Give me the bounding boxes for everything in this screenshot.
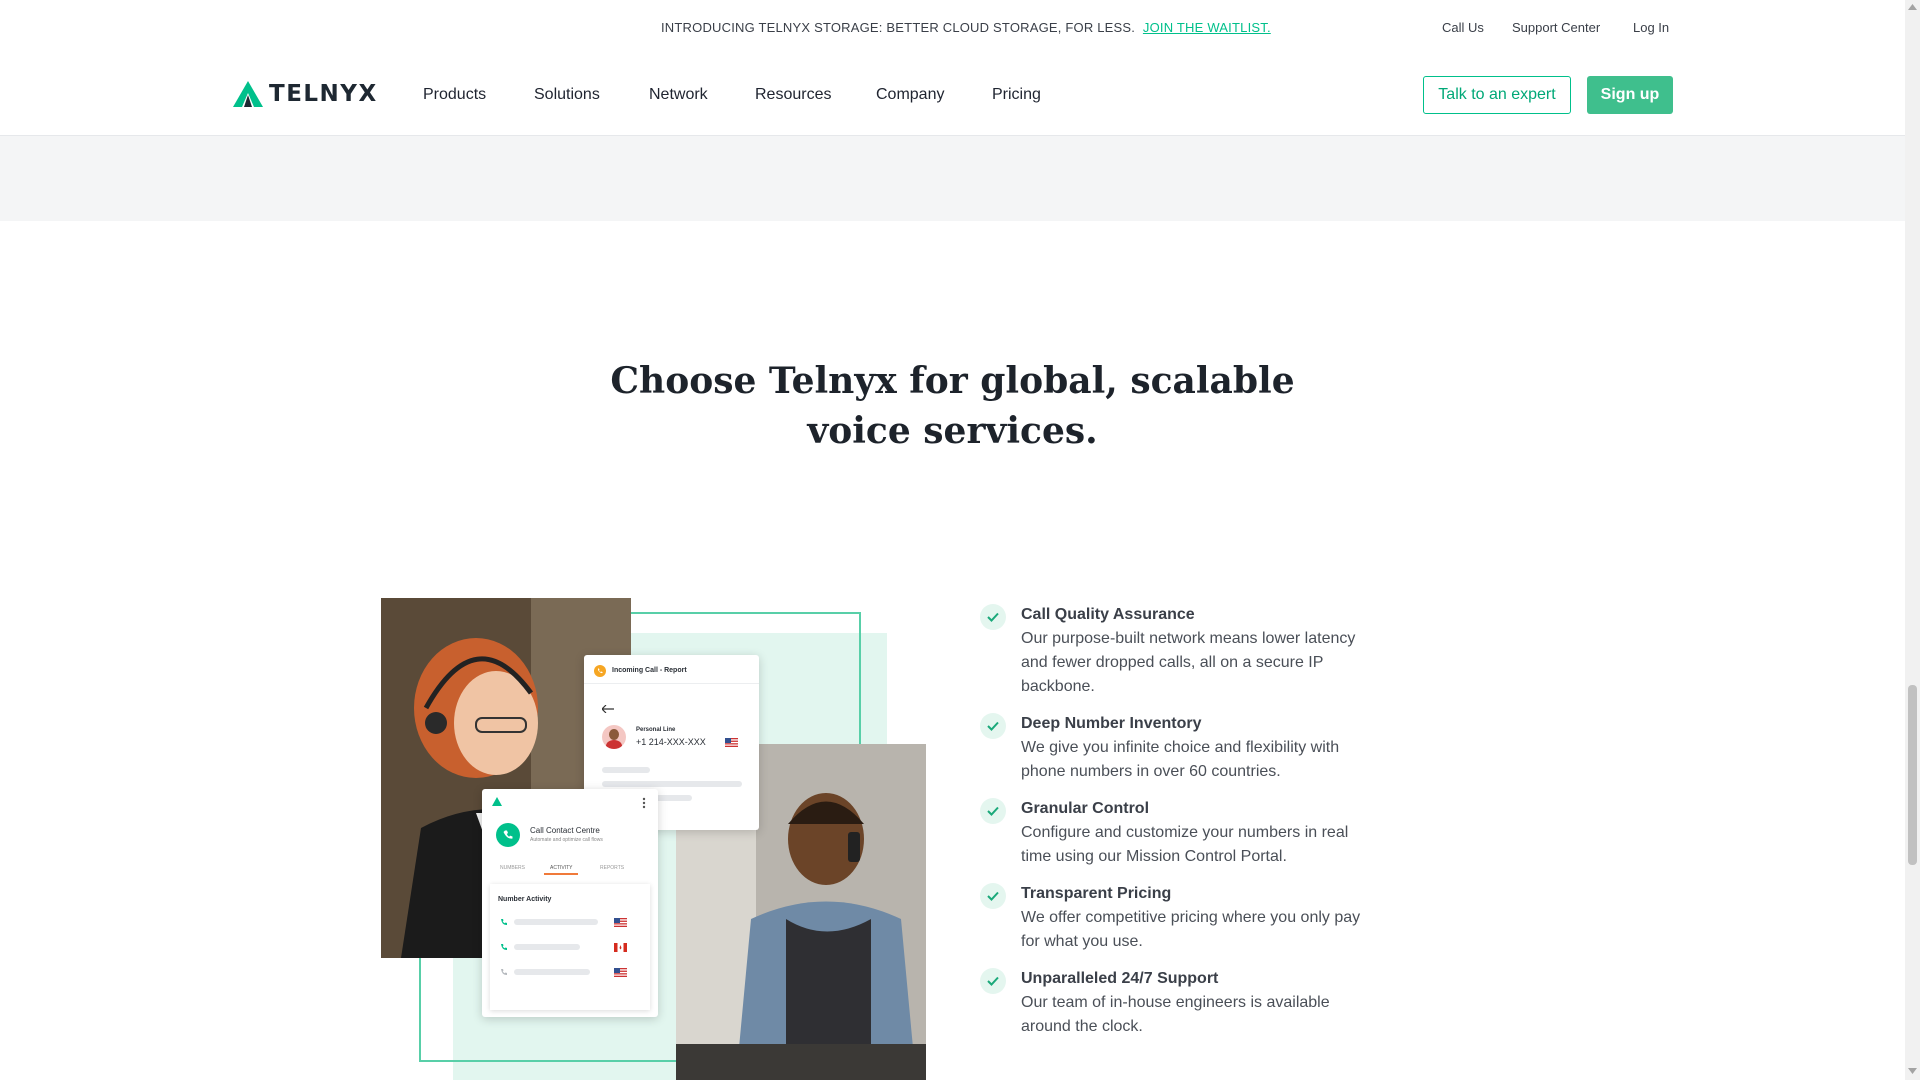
us-flag-icon — [725, 738, 738, 747]
telnyx-logo-icon — [233, 81, 263, 107]
call-contact-centre-card: Call Contact Centre Automate and optimiz… — [482, 789, 658, 1017]
feature-description: Configure and customize your numbers in … — [1021, 824, 1349, 865]
phone-icon — [496, 823, 520, 847]
check-icon — [980, 883, 1006, 909]
phone-icon — [501, 969, 507, 976]
nav-solutions[interactable]: Solutions — [534, 86, 600, 104]
placeholder-bar — [514, 944, 580, 950]
announcement-message: INTRODUCING TELNYX STORAGE: BETTER CLOUD… — [661, 20, 1136, 35]
contact-card-subtitle: Automate and optimize call flows — [530, 837, 603, 843]
us-flag-icon — [614, 918, 627, 927]
headline-line-1: Choose Telnyx for global, scalable — [610, 360, 1295, 402]
feature-title: Unparalleled 24/7 Support — [1021, 970, 1219, 987]
headline-line-2: voice services. — [807, 410, 1098, 452]
announcement-bar: INTRODUCING TELNYX STORAGE: BETTER CLOUD… — [0, 0, 1905, 56]
support-center-link[interactable]: Support Center — [1512, 20, 1600, 35]
check-icon — [980, 968, 1006, 994]
product-collage: Incoming Call - Report Personal Line +1 … — [381, 598, 926, 1080]
active-tab-indicator — [544, 873, 578, 875]
section-headline: Choose Telnyx for global, scalable voice… — [0, 356, 1905, 456]
feature-item: Deep Number Inventory We give you infini… — [980, 712, 1400, 784]
back-arrow-icon[interactable] — [602, 705, 614, 713]
scroll-down-icon[interactable] — [1908, 1068, 1917, 1074]
scrollbar-thumb[interactable] — [1908, 685, 1917, 865]
phone-icon — [501, 919, 507, 926]
page: INTRODUCING TELNYX STORAGE: BETTER CLOUD… — [0, 0, 1905, 1080]
placeholder-bar — [514, 969, 590, 975]
main-nav: TELNYX Products Solutions Network Resour… — [0, 56, 1905, 136]
feature-description: We give you infinite choice and flexibil… — [1021, 739, 1340, 780]
feature-description: Our purpose-built network means lower la… — [1021, 630, 1356, 695]
nav-resources[interactable]: Resources — [755, 86, 831, 104]
join-waitlist-link[interactable]: JOIN THE WAITLIST. — [1143, 20, 1271, 35]
personal-line-label: Personal Line — [636, 727, 676, 733]
phone-icon — [594, 665, 606, 677]
check-icon — [980, 713, 1006, 739]
feature-description: We offer competitive pricing where you o… — [1021, 909, 1361, 950]
talk-to-expert-button[interactable]: Talk to an expert — [1423, 76, 1571, 114]
sign-up-button[interactable]: Sign up — [1587, 76, 1673, 114]
us-flag-icon — [614, 968, 627, 977]
placeholder-bar — [514, 919, 598, 925]
tab-activity[interactable]: ACTIVITY — [550, 865, 573, 871]
phone-icon — [501, 944, 507, 951]
check-icon — [980, 798, 1006, 824]
tab-reports[interactable]: REPORTS — [600, 865, 624, 871]
kebab-menu-icon[interactable] — [642, 797, 646, 809]
announcement-text: INTRODUCING TELNYX STORAGE: BETTER CLOUD… — [661, 20, 1271, 35]
report-card-title: Incoming Call - Report — [612, 667, 687, 674]
nav-company[interactable]: Company — [876, 86, 944, 104]
nav-network[interactable]: Network — [649, 86, 708, 104]
feature-title: Transparent Pricing — [1021, 885, 1172, 902]
feature-title: Deep Number Inventory — [1021, 715, 1202, 732]
call-us-link[interactable]: Call Us — [1442, 20, 1484, 35]
telnyx-logo[interactable]: TELNYX — [233, 81, 378, 107]
feature-item: Transparent Pricing We offer competitive… — [980, 882, 1400, 954]
caller-avatar — [602, 725, 626, 749]
feature-item: Call Quality Assurance Our purpose-built… — [980, 603, 1400, 699]
feature-description: Our team of in-house engineers is availa… — [1021, 994, 1330, 1035]
caller-number: +1 214-XXX-XXX — [636, 737, 706, 747]
brand-wordmark: TELNYX — [269, 81, 378, 107]
nav-pricing[interactable]: Pricing — [992, 86, 1041, 104]
nav-products[interactable]: Products — [423, 86, 486, 104]
placeholder-bar — [602, 781, 742, 787]
grey-band — [0, 136, 1905, 221]
page-scrollbar[interactable] — [1905, 0, 1920, 1080]
number-activity-panel: Number Activity — [490, 884, 650, 1010]
feature-title: Call Quality Assurance — [1021, 606, 1195, 623]
log-in-link[interactable]: Log In — [1633, 20, 1669, 35]
tab-numbers[interactable]: NUMBERS — [500, 865, 525, 871]
check-icon — [980, 604, 1006, 630]
telnyx-mini-logo-icon — [492, 797, 502, 806]
number-activity-heading: Number Activity — [498, 896, 552, 903]
feature-title: Granular Control — [1021, 800, 1150, 817]
canada-flag-icon — [614, 943, 627, 952]
feature-item: Unparalleled 24/7 Support Our team of in… — [980, 967, 1400, 1039]
feature-item: Granular Control Configure and customize… — [980, 797, 1400, 869]
features-list: Call Quality Assurance Our purpose-built… — [980, 603, 1400, 1052]
contact-card-title: Call Contact Centre — [530, 826, 600, 835]
scroll-up-icon[interactable] — [1908, 4, 1917, 10]
placeholder-bar — [602, 767, 650, 773]
